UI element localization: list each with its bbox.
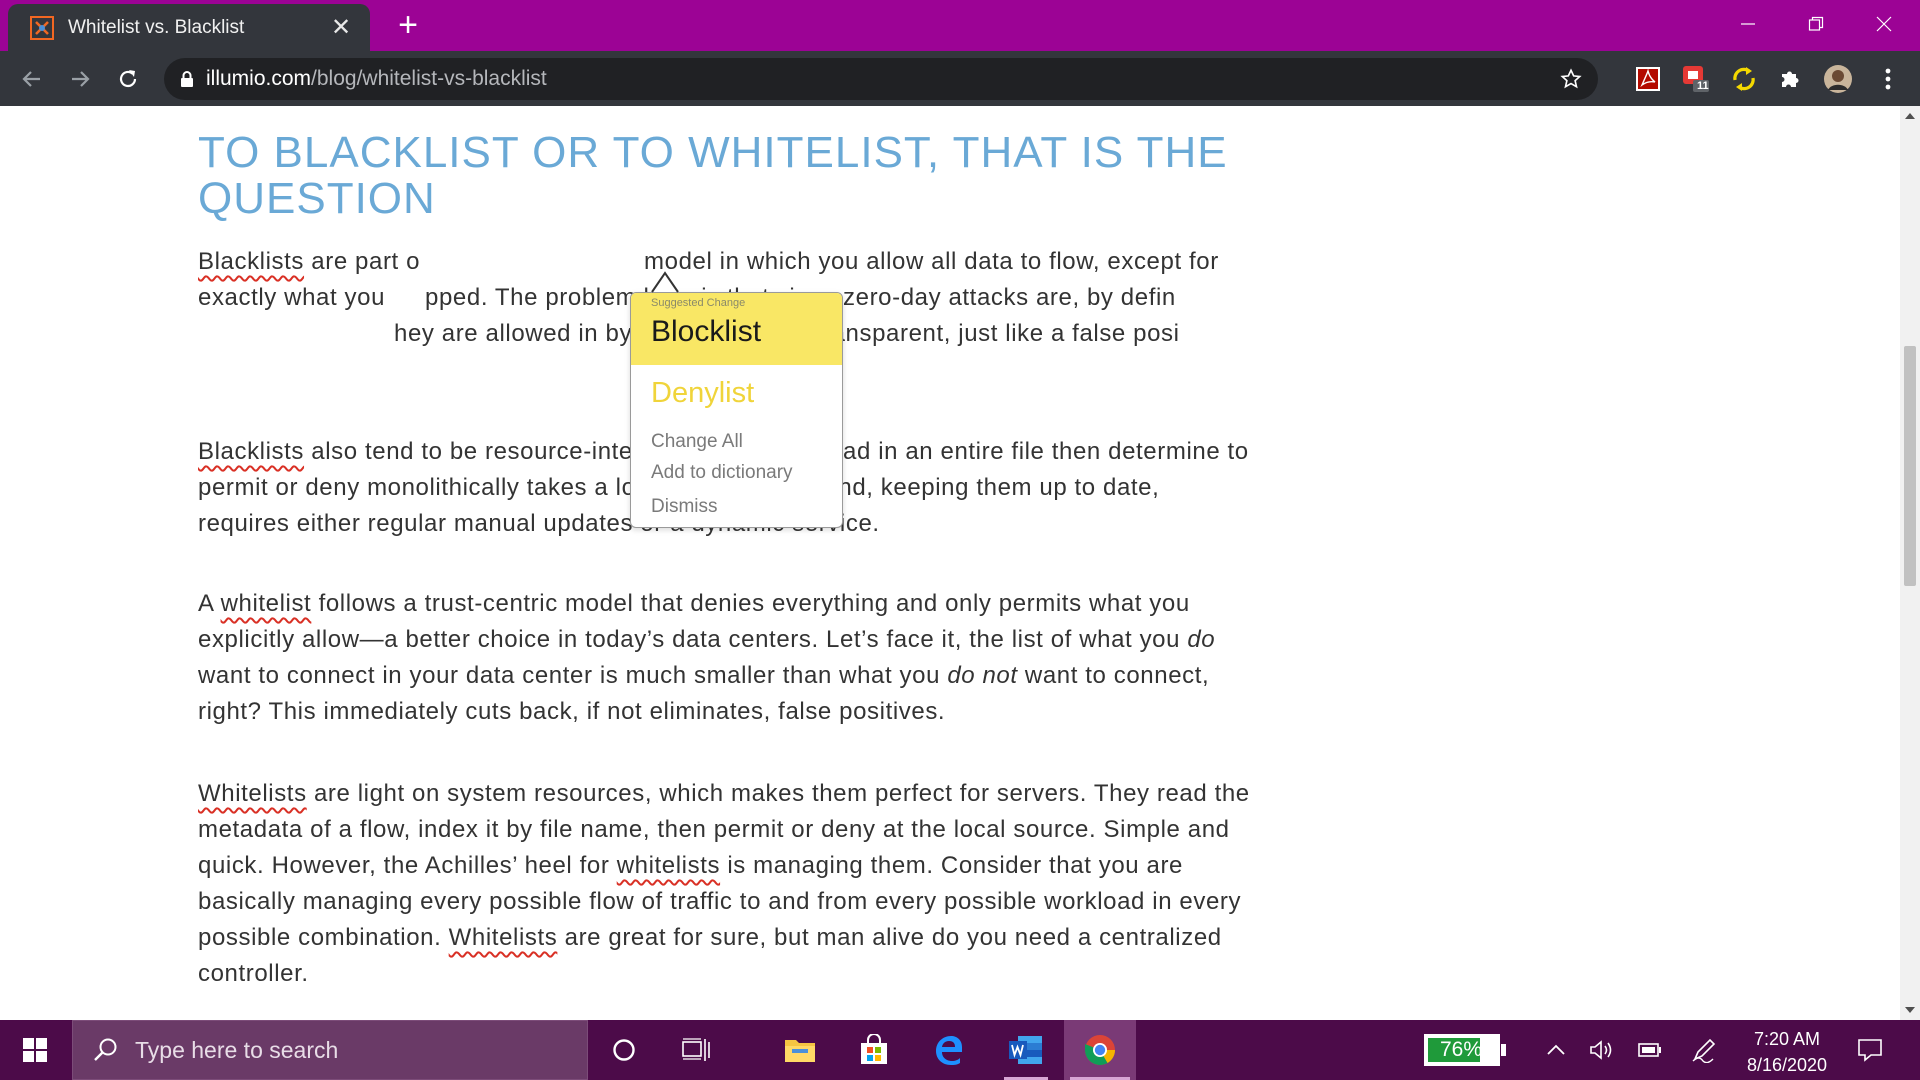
- illumio-favicon-icon: [30, 15, 54, 40]
- primary-suggestion-button[interactable]: Suggested Change Blocklist: [631, 293, 842, 365]
- change-all-option[interactable]: Change All: [651, 431, 743, 453]
- profile-avatar-button[interactable]: [1822, 63, 1854, 95]
- forward-arrow-icon: [72, 71, 90, 87]
- tab-close-icon[interactable]: ✕: [326, 13, 356, 42]
- battery-tray-icon: [1638, 1043, 1661, 1057]
- start-button[interactable]: [0, 1020, 70, 1080]
- misspelled-word[interactable]: whitelist: [221, 590, 312, 617]
- taskbar-clock[interactable]: 7:20 AM 8/16/2020: [1730, 1026, 1844, 1078]
- puzzle-icon: [1782, 71, 1799, 87]
- volume-button[interactable]: [1586, 1034, 1618, 1066]
- battery-indicator[interactable]: 76%: [1424, 1034, 1506, 1066]
- acrobat-icon: [1636, 67, 1660, 91]
- minimize-icon: [1741, 23, 1755, 25]
- task-view-button[interactable]: [660, 1020, 732, 1080]
- new-tab-button[interactable]: +: [390, 8, 426, 44]
- forward-button[interactable]: [62, 61, 98, 97]
- reload-button[interactable]: [110, 61, 146, 97]
- misspelled-word[interactable]: Blacklists: [198, 248, 304, 275]
- reload-icon: [119, 70, 137, 88]
- misspelled-word[interactable]: whitelists: [617, 852, 720, 879]
- search-icon: [94, 1038, 117, 1061]
- word-icon: [1009, 1036, 1042, 1064]
- search-placeholder: Type here to search: [135, 1036, 339, 1063]
- back-arrow-icon: [22, 71, 40, 87]
- url-path: /blog/whitelist-vs-blacklist: [311, 67, 547, 90]
- edge-icon: [936, 1036, 962, 1065]
- browser-tab-strip: Whitelist vs. Blacklist ✕ +: [0, 0, 1920, 51]
- notification-icon: [1858, 1039, 1882, 1062]
- battery-nub: [1501, 1044, 1506, 1056]
- back-button[interactable]: [14, 61, 50, 97]
- dismiss-option[interactable]: Dismiss: [651, 496, 718, 518]
- tab-title: Whitelist vs. Blacklist: [68, 16, 245, 38]
- restore-icon: [1808, 16, 1824, 31]
- speaker-icon: [1590, 1040, 1612, 1060]
- avatar: [1824, 65, 1852, 93]
- cortana-circle-icon: [613, 1039, 635, 1061]
- show-hidden-icons-button[interactable]: [1540, 1034, 1572, 1066]
- misspelled-word[interactable]: Whitelists: [449, 924, 558, 951]
- minimize-button[interactable]: [1718, 6, 1778, 42]
- alternative-suggestion[interactable]: Denylist: [651, 377, 754, 410]
- extensions-button[interactable]: [1774, 63, 1806, 95]
- paragraph-3: A whitelist follows a trust-centric mode…: [198, 590, 1216, 725]
- bookmark-star-icon[interactable]: [1560, 68, 1582, 90]
- web-page-content: TO BLACKLIST OR TO WHITELIST, THAT IS TH…: [0, 106, 1920, 1020]
- task-view-icon: [682, 1038, 710, 1061]
- suggestion-label: Suggested Change: [651, 297, 746, 309]
- chrome-app-button[interactable]: [1064, 1020, 1136, 1080]
- browser-toolbar: illumio.com/blog/whitelist-vs-blacklist …: [0, 51, 1920, 106]
- misspelled-word[interactable]: Blacklists: [198, 438, 304, 465]
- url-host: illumio.com: [206, 67, 312, 90]
- spelling-suggestion-popup: Suggested Change Blocklist Denylist Chan…: [630, 271, 843, 528]
- close-window-button[interactable]: [1854, 6, 1914, 42]
- extension-badge-count: 11: [1697, 80, 1709, 92]
- battery-percent: 76%: [1439, 1038, 1483, 1061]
- clock-date: 8/16/2020: [1746, 1055, 1828, 1075]
- kebab-menu-icon: [1885, 68, 1891, 90]
- url-text: illumio.com/blog/whitelist-vs-blacklist: [206, 67, 547, 91]
- folder-icon: [785, 1040, 815, 1062]
- pen-workspace-button[interactable]: [1688, 1034, 1720, 1066]
- sync-icon: [1733, 67, 1755, 91]
- sync-extension-button[interactable]: [1728, 63, 1760, 95]
- windows-taskbar: Type here to search 76% 7:20 AM 8/16/202…: [0, 1020, 1920, 1080]
- address-bar[interactable]: illumio.com/blog/whitelist-vs-blacklist: [164, 58, 1598, 100]
- paragraph-4: Whitelists are light on system resources…: [198, 780, 1250, 987]
- restore-button[interactable]: [1786, 6, 1846, 42]
- browser-tab-active[interactable]: Whitelist vs. Blacklist ✕: [8, 4, 370, 51]
- taskbar-search-box[interactable]: Type here to search: [72, 1020, 588, 1080]
- scrollbar-thumb[interactable]: [1904, 346, 1916, 586]
- misspelled-word[interactable]: Whitelists: [198, 780, 307, 807]
- pen-icon: [1692, 1038, 1716, 1063]
- microsoft-store-button[interactable]: [838, 1020, 910, 1080]
- chevron-up-icon: [1547, 1044, 1565, 1055]
- lock-icon[interactable]: [180, 70, 194, 88]
- windows-logo-icon: [23, 1038, 47, 1062]
- clock-time: 7:20 AM: [1753, 1029, 1821, 1049]
- popup-pointer-icon: [651, 271, 679, 293]
- scroll-down-icon[interactable]: [1900, 1000, 1920, 1020]
- scroll-up-icon[interactable]: [1900, 106, 1920, 126]
- file-explorer-button[interactable]: [764, 1020, 836, 1080]
- power-status-button[interactable]: [1634, 1034, 1666, 1066]
- word-app-button[interactable]: [990, 1020, 1062, 1080]
- edge-browser-button[interactable]: [912, 1020, 984, 1080]
- cortana-button[interactable]: [588, 1020, 660, 1080]
- add-to-dictionary-option[interactable]: Add to dictionary: [651, 462, 793, 484]
- notification-extension-button[interactable]: 11: [1680, 63, 1712, 95]
- close-icon: [1876, 16, 1892, 32]
- browser-menu-button[interactable]: [1872, 63, 1904, 95]
- store-bag-icon: [861, 1034, 887, 1064]
- chrome-icon: [1085, 1035, 1115, 1066]
- article-heading: TO BLACKLIST OR TO WHITELIST, THAT IS TH…: [198, 128, 1228, 223]
- pdf-extension-button[interactable]: [1632, 63, 1664, 95]
- primary-suggestion-text: Blocklist: [651, 315, 762, 348]
- action-center-button[interactable]: [1854, 1034, 1886, 1066]
- page-scrollbar[interactable]: [1900, 106, 1920, 1020]
